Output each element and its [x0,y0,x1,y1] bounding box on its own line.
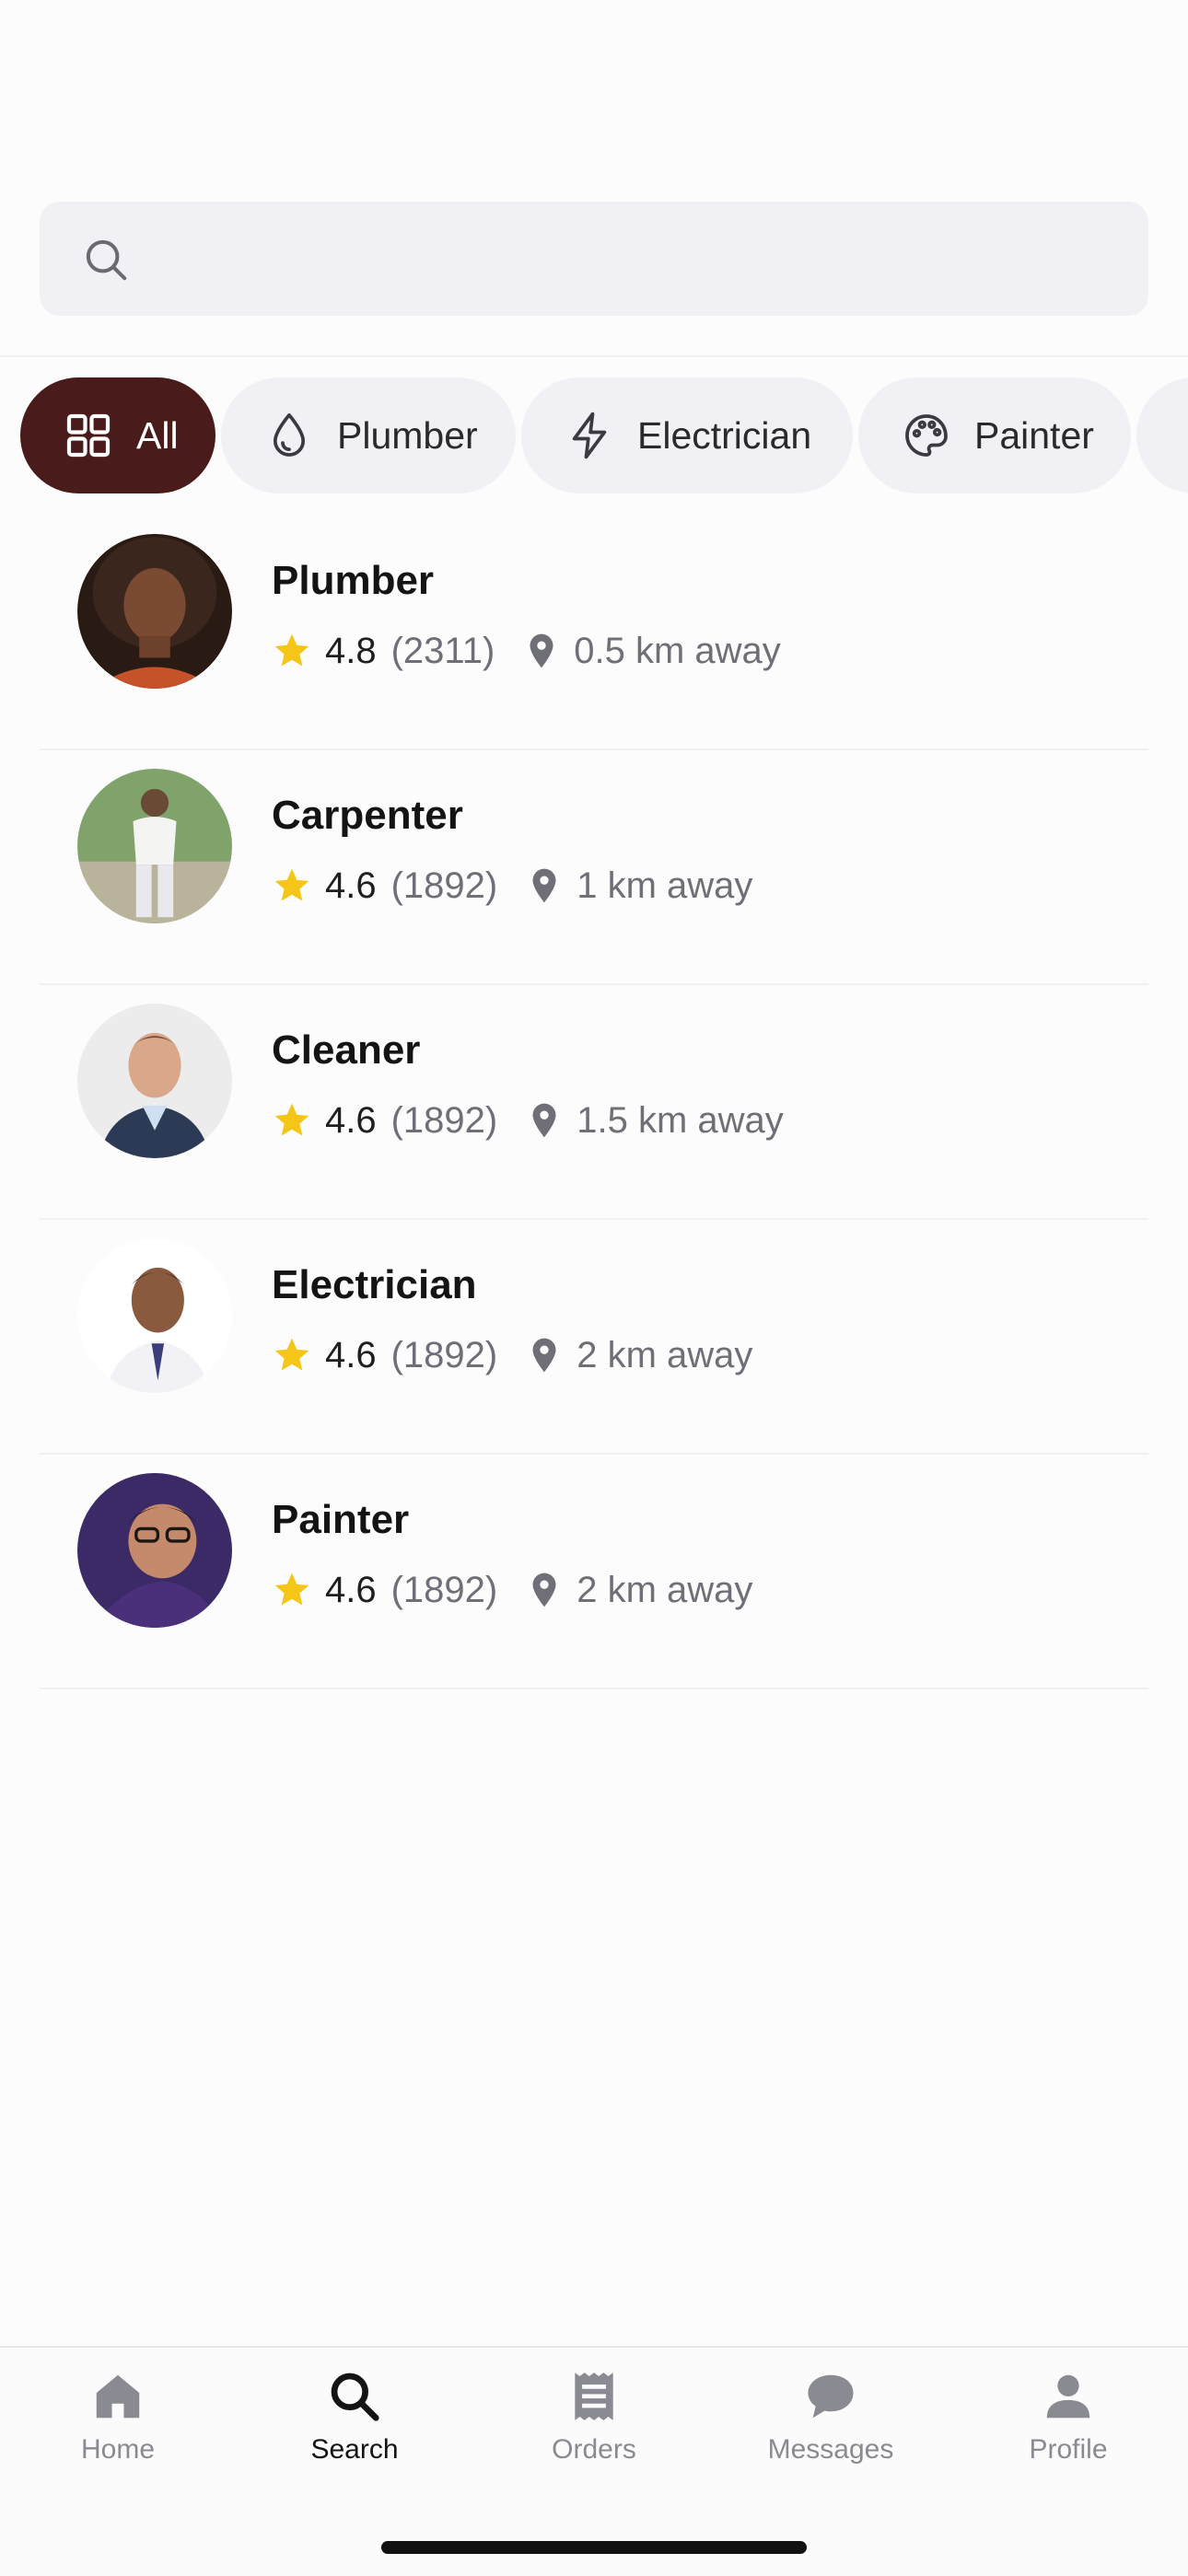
tab-label: Orders [552,2434,636,2465]
avatar [77,769,232,923]
divider [40,1688,1148,1689]
rating: 4.8 [325,630,377,671]
avatar [77,1004,232,1158]
tab-messages[interactable]: Messages [729,2368,932,2497]
filter-chip-all[interactable]: All [20,377,215,493]
search-icon [86,239,127,281]
distance: 1.5 km away [577,1099,784,1141]
review-count: (1892) [390,1099,498,1141]
provider-meta: 4.6 (1892) 1.5 km away [272,1093,784,1148]
avatar [77,534,232,689]
distance: 1 km away [577,864,753,906]
list-item[interactable]: Cleaner 4.6 (1892) 1.5 km away [0,985,1188,1220]
chat-bubble-icon [808,2374,854,2419]
search-input[interactable] [150,202,1130,318]
review-count: (1892) [390,864,498,906]
star-icon [274,868,309,901]
provider-meta: 4.6 (1892) 2 km away [272,1562,752,1618]
provider-title: Painter [272,1497,410,1542]
tab-label: Messages [767,2434,894,2465]
star-icon [274,1103,309,1136]
distance: 2 km away [577,1569,753,1610]
star-icon [274,1572,309,1606]
category-filter-bar: All Plumber Electrician Painter [0,377,1188,495]
provider-title: Cleaner [272,1027,421,1073]
review-count: (1892) [390,1569,498,1610]
provider-meta: 4.6 (1892) 1 km away [272,858,752,913]
location-pin-icon [532,1338,556,1373]
tab-profile[interactable]: Profile [967,2368,1170,2497]
rating: 4.6 [325,1334,377,1375]
filter-chip-more[interactable] [1136,377,1188,493]
person-icon [1046,2374,1090,2419]
lightning-icon [572,412,607,459]
filter-chip-label: Electrician [637,413,812,457]
filter-chip-plumber[interactable]: Plumber [221,377,516,493]
tab-label: Profile [1029,2434,1108,2465]
water-drop-icon [273,412,306,457]
location-pin-icon [532,868,556,903]
avatar [77,1238,232,1393]
filter-chip-label: Painter [974,413,1094,457]
star-icon [274,633,309,667]
avatar [77,1473,232,1628]
tab-label: Search [310,2434,399,2465]
provider-meta: 4.6 (1892) 2 km away [272,1328,752,1383]
home-indicator [381,2541,807,2554]
list-item[interactable]: Electrician 4.6 (1892) 2 km away [0,1220,1188,1455]
search-bar[interactable] [40,202,1148,318]
provider-title: Plumber [272,558,435,603]
star-icon [274,1338,309,1371]
home-icon [96,2374,140,2419]
grid-icon [66,413,111,458]
list-item[interactable]: Painter 4.6 (1892) 2 km away [0,1455,1188,1689]
location-pin-icon [532,1572,556,1607]
search-icon [331,2373,379,2421]
receipt-icon [575,2373,613,2420]
location-pin-icon [532,1103,556,1138]
list-item[interactable]: Plumber 4.8 (2311) 0.5 km away [0,516,1188,750]
tab-label: Home [80,2434,156,2465]
list-item[interactable]: Carpenter 4.6 (1892) 1 km away [0,750,1188,985]
provider-title: Carpenter [272,793,463,838]
distance: 2 km away [577,1334,753,1375]
rating: 4.6 [325,864,377,906]
review-count: (1892) [390,1334,498,1375]
filter-chip-label: Plumber [337,413,478,457]
rating: 4.6 [325,1099,377,1141]
sparkle-icon [1179,410,1188,461]
provider-title: Electrician [272,1262,477,1307]
filter-chip-label: All [136,413,179,457]
review-count: (2311) [390,630,495,671]
tab-orders[interactable]: Orders [493,2368,695,2497]
tab-home[interactable]: Home [17,2368,219,2497]
tab-search[interactable]: Search [253,2368,456,2497]
rating: 4.6 [325,1569,377,1610]
palette-icon [905,414,948,457]
provider-meta: 4.8 (2311) 0.5 km away [272,623,781,679]
distance: 0.5 km away [574,630,781,671]
location-pin-icon [530,633,553,668]
divider [0,355,1188,357]
filter-chip-electrician[interactable]: Electrician [521,377,853,493]
filter-chip-painter[interactable]: Painter [858,377,1131,493]
